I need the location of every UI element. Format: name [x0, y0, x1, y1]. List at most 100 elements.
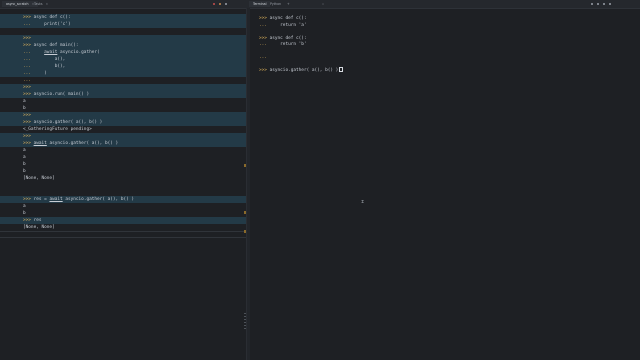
code-line: ... — [0, 77, 246, 84]
code-text: <_GatheringFuture pending> — [23, 127, 92, 132]
close-icon[interactable]: × — [46, 2, 49, 6]
tab-label: async_scratch — [6, 2, 29, 6]
code-line: [None, None] — [0, 224, 246, 231]
code-text: return 'a' — [266, 22, 307, 28]
terminal-tab-2[interactable]: + — [283, 1, 294, 7]
prompt: >>> — [23, 43, 31, 48]
prompt: >>> — [23, 92, 31, 97]
code-line: >>> — [0, 35, 246, 42]
pause-icon[interactable] — [219, 3, 222, 5]
prompt: ... — [23, 78, 31, 83]
code-text: b — [23, 169, 26, 174]
tab-1[interactable]: Tasks × — [30, 1, 52, 7]
code-line: >>> res — [0, 217, 246, 224]
mouse-pointer-icon: ⌶ — [361, 199, 365, 205]
code-text: b — [23, 162, 26, 167]
code-text: print('c') — [30, 22, 71, 27]
code-text: return 'b' — [266, 42, 307, 47]
code-text: async def c(): — [30, 15, 71, 20]
code-line: ... ) — [0, 70, 246, 77]
code-line: ... a(), — [0, 56, 246, 63]
scrollbar[interactable] — [244, 313, 246, 331]
await-keyword: await — [49, 197, 63, 202]
code-line: b — [0, 105, 246, 112]
code-line: >>> asyncio.run( main() ) — [0, 91, 246, 98]
code-text: [None, None] — [23, 176, 55, 181]
code-line: >>> await asyncio.gather( a(), b() ) — [0, 140, 246, 147]
run-controls[interactable] — [212, 1, 228, 7]
prompt: >>> — [23, 15, 31, 20]
code-line: ... await asyncio.gather( — [0, 49, 246, 56]
prompt: >>> — [23, 120, 31, 125]
stop-icon[interactable] — [213, 3, 215, 5]
code-text: a — [23, 155, 26, 160]
prompt: ... — [23, 71, 31, 76]
prompt: ... — [259, 55, 267, 60]
prompt: >>> — [259, 16, 267, 21]
terminal-tab-label: Terminal — [253, 2, 267, 6]
code-line: b — [0, 210, 246, 217]
code-line: b — [0, 168, 246, 175]
prompt: ... — [259, 22, 267, 28]
code-text: b(), — [30, 64, 66, 69]
prompt: >>> — [23, 141, 31, 146]
prompt: >>> — [23, 36, 31, 41]
prompt: >>> — [23, 113, 31, 118]
terminal-tab-label: Python — [270, 2, 282, 6]
right-terminal-pane[interactable]: >>> async def c():... return 'a' >>> asyn… — [249, 8, 640, 360]
code-text: asyncio.run( main() ) — [30, 92, 90, 97]
code-line: ... b(), — [0, 63, 246, 70]
code-text: b — [23, 211, 26, 216]
window-controls[interactable] — [590, 1, 612, 7]
code-text: a — [23, 148, 26, 153]
code-text: async def c(): — [266, 35, 307, 41]
code-text: b — [23, 106, 26, 111]
code-line: ... print('c') — [0, 21, 246, 28]
code-line: a — [0, 203, 246, 210]
code-text: await asyncio.gather( a(), b() ) — [33, 141, 119, 146]
prompt: >>> — [23, 134, 31, 139]
prompt: ... — [23, 64, 31, 69]
code-text: [None, None] — [23, 225, 55, 230]
code-text: async def main(): — [30, 43, 79, 48]
left-editor-pane[interactable]: >>> async def c():... print('c') >>> >>> a… — [0, 8, 246, 360]
code-text: a — [23, 204, 26, 209]
prompt: >>> — [259, 35, 267, 41]
prompt: ... — [23, 50, 31, 55]
code-line: >>> res = await asyncio.gather( a(), b()… — [0, 196, 246, 203]
code-line: a — [0, 154, 246, 161]
gutter-marker — [244, 211, 246, 214]
split-icon[interactable] — [225, 3, 228, 5]
code-line: b — [0, 161, 246, 168]
code-line: >>> asyncio.gather( a(), b() ) — [0, 119, 246, 126]
code-text: asyncio.gather( a(), b() ) — [266, 68, 339, 73]
prompt: ... — [23, 57, 31, 62]
close-icon[interactable] — [609, 3, 612, 5]
prompt: >>> — [23, 197, 31, 202]
await-keyword: await — [33, 141, 47, 146]
tab-label: Tasks — [34, 2, 43, 6]
bell-icon[interactable] — [603, 3, 606, 5]
prompt: ... — [259, 42, 267, 47]
code-text: ) — [30, 71, 47, 76]
prompt: >>> — [23, 85, 31, 90]
code-line: a — [0, 147, 246, 154]
code-text: await asyncio.gather( — [44, 50, 100, 55]
code-text: asyncio.gather( a(), b() ) — [30, 120, 103, 125]
gutter-marker — [244, 230, 246, 233]
prompt: ... — [23, 22, 31, 27]
terminal-line: >>> asyncio.gather( a(), b() ) — [249, 67, 344, 74]
code-line: >>> async def main(): — [0, 42, 246, 49]
profile-icon[interactable] — [591, 3, 593, 5]
code-line: >>> async def c(): — [0, 14, 246, 21]
text-cursor — [339, 67, 344, 72]
window-icon[interactable]: ▭ — [322, 1, 324, 7]
prompt: >>> — [23, 218, 31, 223]
active-input-line[interactable] — [0, 231, 246, 238]
prompt: >>> — [259, 68, 267, 73]
settings-icon[interactable] — [597, 3, 600, 5]
await-keyword: await — [44, 50, 58, 55]
code-line: <_GatheringFuture pending> — [0, 126, 246, 133]
